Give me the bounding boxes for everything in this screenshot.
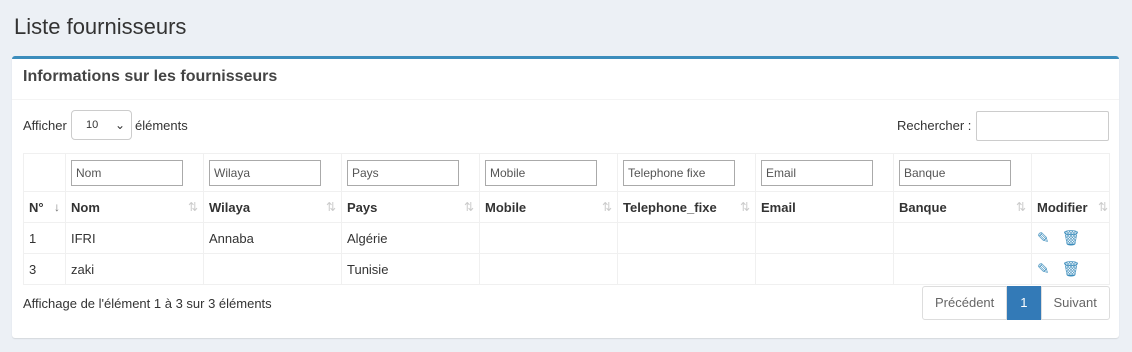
length-suffix: éléments [135,118,188,133]
cell-nom: IFRI [65,222,204,254]
cell-pays: Tunisie [341,253,480,285]
cell-banque [893,222,1032,254]
col-email[interactable]: Email [755,191,894,223]
page-1-button[interactable]: 1 [1007,286,1041,320]
cell-telephone [617,222,756,254]
filter-wilaya[interactable]: Wilaya [209,159,321,186]
pagination: Précédent 1 Suivant [922,286,1110,320]
cell-n: 3 [23,253,66,285]
col-nom[interactable]: Nom ⇅ [65,191,204,223]
header-row: N° ↓ Nom ⇅ Wilaya ⇅ Pays ⇅ Mobile ⇅ Telephone… [23,191,1110,223]
box-title: Informations sur les fournisseurs [23,68,278,85]
search-input[interactable] [976,111,1109,141]
cell-n: 1 [23,222,66,254]
sort-icon: ⇅ [463,200,474,214]
length-label: Afficher [23,118,67,133]
col-wilaya[interactable]: Wilaya ⇅ [203,191,342,223]
trash-icon[interactable]: 🗑 [1062,230,1081,247]
edit-icon[interactable]: ✎ [1037,261,1050,278]
table-info: Affichage de l'élément 1 à 3 sur 3 éléme… [23,296,272,311]
cell-mobile [479,253,618,285]
filter-nom[interactable]: Nom [71,159,183,186]
next-page-button[interactable]: Suivant [1040,286,1110,320]
col-pays[interactable]: Pays ⇅ [341,191,480,223]
sort-icon: ⇅ [601,200,612,214]
col-n[interactable]: N° ↓ [23,191,66,223]
sort-icon: ↓ [54,200,60,214]
cell-telephone [617,253,756,285]
sort-icon: ⇅ [325,200,336,214]
filter-email[interactable]: Email [761,159,873,186]
sort-icon: ⇅ [1015,200,1026,214]
cell-wilaya: Annaba [203,222,342,254]
cell-mobile [479,222,618,254]
chevron-down-icon: ⌄ [114,118,125,132]
col-banque[interactable]: Banque ⇅ [893,191,1032,223]
cell-pays: Algérie [341,222,480,254]
sort-icon: ⇅ [1097,200,1108,214]
cell-wilaya [203,253,342,285]
sort-icon: ⇅ [739,200,750,214]
length-select[interactable]: 10 ⌄ [71,110,132,140]
col-mobile[interactable]: Mobile ⇅ [479,191,618,223]
table-row: 1 IFRI Annaba Algérie ✎ 🗑 [23,222,1110,254]
cell-banque [893,253,1032,285]
sort-icon: ⇅ [187,200,198,214]
suppliers-box: Informations sur les fournisseurs Affich… [12,56,1119,338]
suppliers-table: Nom Wilaya Pays Mobile Telephone fixe Em… [23,153,1110,285]
cell-nom: zaki [65,253,204,285]
prev-page-button[interactable]: Précédent [922,286,1008,320]
trash-icon[interactable]: 🗑 [1062,261,1081,278]
length-value: 10 [86,119,99,131]
filter-row: Nom Wilaya Pays Mobile Telephone fixe Em… [23,153,1110,192]
filter-mobile[interactable]: Mobile [485,159,597,186]
edit-icon[interactable]: ✎ [1037,230,1050,247]
table-toolbar: Afficher 10 ⌄ éléments Rechercher : [12,100,1119,152]
cell-actions: ✎ 🗑 [1031,222,1110,254]
col-modifier[interactable]: Modifier ⇅ [1031,191,1110,223]
cell-actions: ✎ 🗑 [1031,253,1110,285]
table-row: 3 zaki Tunisie ✎ 🗑 [23,253,1110,285]
filter-telephone[interactable]: Telephone fixe [623,159,735,186]
col-telephone[interactable]: Telephone_fixe ⇅ [617,191,756,223]
box-header: Informations sur les fournisseurs [12,59,1119,100]
cell-email [755,253,894,285]
search-label: Rechercher : [897,118,972,133]
filter-pays[interactable]: Pays [347,159,459,186]
cell-email [755,222,894,254]
filter-banque[interactable]: Banque [899,159,1011,186]
page-title: Liste fournisseurs [14,14,187,39]
